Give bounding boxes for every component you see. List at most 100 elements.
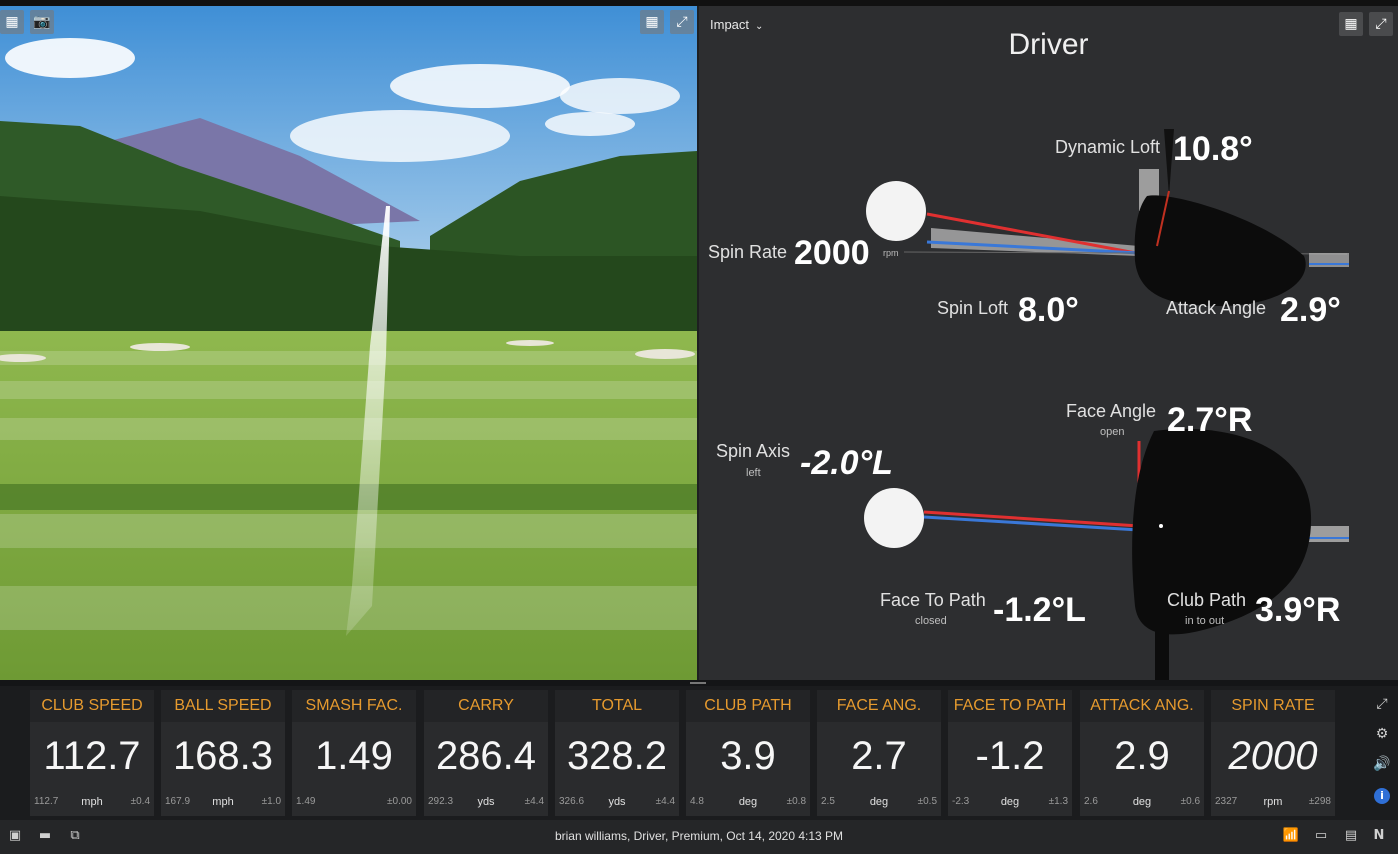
metric-footer: 4.8 deg ±0.8 bbox=[690, 796, 806, 810]
dynamic-loft-value: 10.8° bbox=[1173, 130, 1253, 168]
face-to-path-value: -1.2°L bbox=[993, 591, 1086, 629]
chart-icon: 📶 bbox=[1282, 828, 1300, 843]
metric-value: 3.9 bbox=[720, 734, 776, 778]
spin-rate-unit: rpm bbox=[883, 248, 899, 258]
metric-value: 2.7 bbox=[851, 734, 907, 778]
metric-tile[interactable]: SPIN RATE 2000 2327 rpm ±298 bbox=[1211, 690, 1335, 816]
message-button[interactable]: ▭ bbox=[1312, 827, 1330, 845]
splitter-grip[interactable] bbox=[690, 682, 706, 684]
metric-deviation: ±4.4 bbox=[524, 796, 544, 807]
metric-label: SPIN RATE bbox=[1211, 690, 1335, 722]
info-icon: i bbox=[1380, 789, 1384, 802]
spin-loft-label: Spin Loft bbox=[937, 298, 1009, 318]
metric-value: 286.4 bbox=[435, 734, 537, 778]
club-path-value: 3.9°R bbox=[1255, 591, 1341, 629]
metric-label: FACE ANG. bbox=[817, 690, 941, 722]
metrics-strip: CLUB SPEED 112.7 112.7 mph ±0.4 BALL SPEED 168… bbox=[0, 686, 1398, 820]
session-info: brian williams, Driver, Premium, Oct 14,… bbox=[554, 829, 844, 843]
settings-button[interactable]: ⚙ bbox=[1372, 724, 1392, 744]
camera-button[interactable]: 📷 bbox=[30, 10, 54, 34]
status-bar: ▣ ▬ ⧉ brian williams, Driver, Premium, O… bbox=[0, 820, 1398, 854]
metric-deviation: ±0.4 bbox=[130, 796, 150, 807]
metric-deviation: ±1.0 bbox=[261, 796, 281, 807]
metric-value: 112.7 bbox=[43, 734, 141, 778]
attack-angle-value: 2.9° bbox=[1280, 291, 1341, 329]
metric-deviation: ±0.00 bbox=[387, 796, 412, 807]
metric-value: 1.49 bbox=[315, 734, 393, 778]
face-to-path-label: Face To Path bbox=[880, 590, 986, 610]
metric-average: 1.49 bbox=[296, 796, 316, 807]
metric-deviation: ±0.8 bbox=[786, 796, 806, 807]
expand-icon: ⤢ bbox=[1376, 696, 1388, 712]
metrics-fullscreen-button[interactable]: ⤢ bbox=[1372, 694, 1392, 714]
metric-footer: 2.5 deg ±0.5 bbox=[821, 796, 937, 810]
metric-value: 2000 bbox=[1228, 734, 1318, 778]
metric-tile[interactable]: CLUB SPEED 112.7 112.7 mph ±0.4 bbox=[30, 690, 154, 816]
spin-axis-label: Spin Axis bbox=[716, 441, 791, 461]
speaker-icon: 🔊 bbox=[1373, 756, 1391, 772]
metric-footer: 1.49 ±0.00 bbox=[296, 796, 412, 810]
spin-axis-value: -2.0°L bbox=[800, 444, 893, 482]
face-angle-label: Face Angle bbox=[1066, 401, 1157, 421]
metric-value: 168.3 bbox=[172, 734, 274, 778]
grid-toggle-button[interactable]: ▦ bbox=[0, 10, 24, 34]
metric-tile[interactable]: BALL SPEED 168.3 167.9 mph ±1.0 bbox=[161, 690, 285, 816]
impact-diagram bbox=[864, 129, 1349, 680]
club-path-label: Club Path bbox=[1167, 590, 1247, 610]
report-button[interactable]: ▤ bbox=[1342, 827, 1360, 845]
metric-deviation: ±1.3 bbox=[1048, 796, 1068, 807]
metric-label: ATTACK ANG. bbox=[1080, 690, 1204, 722]
metric-tile[interactable]: CLUB PATH 3.9 4.8 deg ±0.8 bbox=[686, 690, 810, 816]
document-icon: ▤ bbox=[1344, 828, 1358, 843]
metric-deviation: ±0.6 bbox=[1180, 796, 1200, 807]
grid-icon: ▦ bbox=[5, 14, 19, 30]
metric-label: SMASH FAC. bbox=[292, 690, 416, 722]
scene-fullscreen-button[interactable]: ⤢ bbox=[670, 10, 694, 34]
chat-icon: ▭ bbox=[1314, 828, 1328, 843]
attack-angle-label: Attack Angle bbox=[1166, 298, 1267, 318]
metric-deviation: ±4.4 bbox=[655, 796, 675, 807]
metric-label: CLUB PATH bbox=[686, 690, 810, 722]
metric-tile[interactable]: FACE ANG. 2.7 2.5 deg ±0.5 bbox=[817, 690, 941, 816]
metric-label: BALL SPEED bbox=[161, 690, 285, 722]
stats-button[interactable]: 📶 bbox=[1282, 827, 1300, 845]
face-angle-value: 2.7°R bbox=[1167, 401, 1253, 439]
face-angle-sub: open bbox=[1100, 426, 1125, 438]
metric-label: FACE TO PATH bbox=[948, 690, 1072, 722]
spin-rate-label: Spin Rate bbox=[708, 242, 788, 262]
metric-value: -1.2 bbox=[975, 734, 1045, 778]
face-to-path-sub: closed bbox=[915, 615, 947, 627]
impact-layout-button[interactable]: ▦ bbox=[1339, 12, 1363, 36]
spin-axis-sub: left bbox=[746, 467, 761, 479]
spin-loft-value: 8.0° bbox=[1018, 291, 1079, 329]
info-button[interactable]: i bbox=[1374, 788, 1390, 804]
club-path-sub: in to out bbox=[1185, 615, 1225, 627]
range-scene-illustration bbox=[0, 6, 697, 680]
camera-icon: 📷 bbox=[33, 14, 51, 30]
metric-footer: 112.7 mph ±0.4 bbox=[34, 796, 150, 810]
metric-label: TOTAL bbox=[555, 690, 679, 722]
metric-label: CARRY bbox=[424, 690, 548, 722]
expand-icon: ⤢ bbox=[1375, 16, 1387, 32]
north-indicator[interactable]: N bbox=[1370, 827, 1388, 845]
gear-icon: ⚙ bbox=[1375, 726, 1389, 742]
metric-tile[interactable]: ATTACK ANG. 2.9 2.6 deg ±0.6 bbox=[1080, 690, 1204, 816]
metric-tile[interactable]: CARRY 286.4 292.3 yds ±4.4 bbox=[424, 690, 548, 816]
metric-tile[interactable]: SMASH FAC. 1.49 1.49 ±0.00 bbox=[292, 690, 416, 816]
impact-fullscreen-button[interactable]: ⤢ bbox=[1369, 12, 1393, 36]
metric-tile[interactable]: TOTAL 328.2 326.6 yds ±4.4 bbox=[555, 690, 679, 816]
metric-footer: 167.9 mph ±1.0 bbox=[165, 796, 281, 810]
sound-button[interactable]: 🔊 bbox=[1372, 754, 1392, 774]
club-title: Driver bbox=[1008, 28, 1089, 61]
expand-icon: ⤢ bbox=[676, 14, 688, 30]
metric-footer: 326.6 yds ±4.4 bbox=[559, 796, 675, 810]
metric-footer: 2.6 deg ±0.6 bbox=[1084, 796, 1200, 810]
metric-deviation: ±298 bbox=[1308, 796, 1331, 807]
metric-label: CLUB SPEED bbox=[30, 690, 154, 722]
range-view[interactable]: ▦ 📷 ▦ ⤢ bbox=[0, 6, 697, 680]
scene-layout-button[interactable]: ▦ bbox=[640, 10, 664, 34]
metric-tile[interactable]: FACE TO PATH -1.2 -2.3 deg ±1.3 bbox=[948, 690, 1072, 816]
impact-panel: Impact ⌄ Driver ▦ ⤢ Dynamic Loft 10.8° Sp… bbox=[699, 6, 1398, 680]
tiles-icon: ▦ bbox=[1344, 16, 1358, 32]
dynamic-loft-label: Dynamic Loft bbox=[1055, 137, 1161, 157]
